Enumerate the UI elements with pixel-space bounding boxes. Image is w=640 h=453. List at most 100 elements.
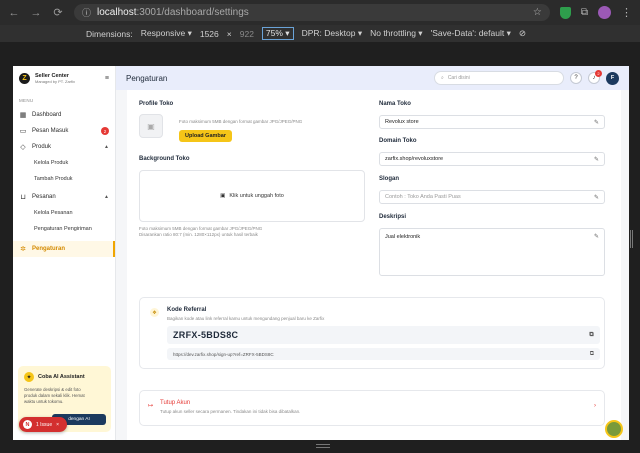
profile-avatar-icon[interactable] [598, 6, 611, 19]
issue-label: 1 Issue [36, 421, 53, 428]
brand-logo-icon: Z [19, 72, 30, 84]
reload-icon[interactable]: ⟳ [52, 6, 64, 19]
sidebar-item-pengaturan-pengiriman[interactable]: Pengaturan Pengiriman [13, 221, 115, 237]
bookmark-star-icon[interactable]: ☆ [533, 7, 542, 18]
edit-icon[interactable]: ✎ [594, 194, 599, 201]
dev-issue-badge[interactable]: N 1 Issue × [19, 417, 67, 432]
cart-icon: ⊔ [20, 194, 26, 201]
throttling-select[interactable]: No throttling ▾ [370, 28, 422, 39]
background-upload-dropzone[interactable]: ▣ Klik untuk unggah foto [139, 170, 365, 222]
back-icon[interactable]: ← [8, 7, 20, 19]
device-toolbar: Dimensions: Responsive ▾ 1526 × 922 75% … [0, 25, 640, 42]
height-input[interactable]: 922 [240, 29, 254, 39]
url-host: localhost [97, 7, 137, 18]
referral-link-box: https://dev.zarfix.shop/sign-up?ref=ZRFX… [167, 348, 600, 360]
slogan-label: Slogan [379, 176, 400, 182]
user-avatar[interactable]: F [606, 71, 619, 85]
gift-icon: ❖ [150, 308, 159, 317]
topbar: Pengaturan ⌕ Cari disini ? ♪ 2 F [116, 66, 629, 90]
ai-card-title: Coba AI Assistant [38, 374, 85, 380]
copy-icon[interactable]: ⧉ [589, 332, 594, 339]
edit-icon[interactable]: ✎ [594, 233, 599, 240]
description-label: Deskripsi [379, 214, 407, 220]
domain-label: Domain Toko [379, 138, 417, 144]
store-name-field[interactable]: Revolux store ✎ [379, 115, 605, 129]
slogan-field[interactable]: Contoh : Toko Anda Pasti Puas ✎ [379, 190, 605, 204]
brand-subtitle: Managed by PT. Zarfix [35, 78, 76, 84]
menu-heading: MENU [19, 98, 34, 103]
help-icon[interactable]: ? [570, 72, 582, 84]
page-title: Pengaturan [126, 73, 168, 83]
times-sign: × [226, 28, 232, 39]
sidebar-item-kelola-produk[interactable]: Kelola Produk [13, 155, 115, 171]
profile-hint: Foto maksimum 5MB dengan format gambar J… [179, 119, 303, 124]
unread-badge: 2 [101, 127, 109, 135]
app-viewport: Z Seller Center Managed by PT. Zarfix ≡ … [13, 66, 629, 440]
chevron-up-icon: ▲ [104, 194, 109, 200]
search-placeholder: Cari disini [447, 75, 470, 81]
sidebar-item-kelola-pesanan[interactable]: Kelola Pesanan [13, 205, 115, 221]
nextjs-logo-icon: N [23, 420, 32, 429]
logout-icon: ↦ [148, 403, 154, 409]
close-icon[interactable]: × [56, 422, 59, 428]
sidebar-collapse-icon[interactable]: ≡ [105, 75, 109, 82]
chevron-up-icon: ▲ [104, 144, 109, 150]
sidebar-item-tambah-produk[interactable]: Tambah Produk [13, 171, 115, 187]
site-info-icon[interactable]: ⓘ [82, 6, 91, 19]
profile-image-placeholder: ▣ [139, 114, 163, 138]
image-icon: ▣ [220, 193, 226, 199]
notification-bell-icon[interactable]: ♪ 2 [588, 70, 602, 84]
upload-image-button[interactable]: Upload Gambar [179, 130, 232, 142]
brand: Z Seller Center Managed by PT. Zarfix ≡ [13, 66, 115, 90]
sparkle-icon: ✦ [24, 372, 34, 382]
close-account-title: Tutup Akun [160, 400, 191, 406]
referral-card: ❖ Kode Referral Bagikan kode atau link r… [139, 297, 605, 369]
domain-field[interactable]: zarfix.shop/revoluxstore ✎ [379, 152, 605, 166]
message-icon: ▭ [19, 128, 27, 135]
url-path: :3001/dashboard/settings [136, 7, 249, 18]
copy-icon[interactable]: ⧉ [590, 351, 594, 358]
dashboard-icon: ▦ [19, 112, 27, 119]
notification-badge: 2 [595, 70, 602, 77]
sidebar-item-pengaturan[interactable]: ✲ Pengaturan [13, 241, 115, 257]
address-bar[interactable]: ⓘ localhost:3001/dashboard/settings ☆ [74, 4, 550, 21]
edit-icon[interactable]: ✎ [594, 119, 599, 126]
sidebar: Z Seller Center Managed by PT. Zarfix ≡ … [13, 66, 116, 440]
ai-card-text: Generate deskripsi & edit foto produk da… [24, 387, 85, 404]
close-account-subtitle: Tutup akun seller secara permanen. Tinda… [160, 409, 301, 414]
referral-link: https://dev.zarfix.shop/sign-up?ref=ZRFX… [173, 351, 274, 357]
extension-shield-icon[interactable] [559, 6, 571, 19]
edit-icon[interactable]: ✎ [594, 156, 599, 163]
chevron-right-icon: › [594, 403, 596, 409]
search-icon: ⌕ [441, 75, 444, 81]
gear-icon: ✲ [20, 246, 26, 253]
width-input[interactable]: 1526 [200, 29, 219, 39]
dpr-select[interactable]: DPR: Desktop ▾ [302, 28, 363, 39]
extensions-icon[interactable]: ⧉ [581, 7, 588, 18]
sidebar-item-pesan-masuk[interactable]: ▭ Pesan Masuk 2 [13, 123, 115, 139]
resize-handle-right[interactable] [630, 230, 633, 248]
description-textarea[interactable]: Jual elektronik ✎ [379, 228, 605, 276]
close-account-card[interactable]: ↦ Tutup Akun Tutup akun seller secara pe… [139, 390, 605, 426]
settings-content: Profile Toko ▣ Foto maksimum 5MB dengan … [127, 90, 621, 440]
zoom-select[interactable]: 75% ▾ [261, 27, 294, 40]
browser-menu-icon[interactable]: ⋮ [621, 6, 632, 19]
browser-toolbar: ← → ⟳ ⓘ localhost:3001/dashboard/setting… [0, 0, 640, 25]
save-data-select[interactable]: 'Save-Data': default ▾ [431, 28, 511, 39]
sidebar-item-dashboard[interactable]: ▦ Dashboard [13, 107, 115, 123]
floating-assistant-avatar[interactable] [605, 420, 623, 438]
search-input[interactable]: ⌕ Cari disini [434, 71, 564, 85]
forward-icon[interactable]: → [30, 7, 42, 19]
sidebar-item-pesanan[interactable]: ⊔ Pesanan ▲ [13, 189, 115, 205]
profile-label: Profile Toko [139, 101, 174, 107]
dimensions-select[interactable]: Responsive ▾ [141, 28, 192, 39]
image-icon: ▣ [147, 121, 155, 131]
sidebar-item-produk[interactable]: ◇ Produk ▲ [13, 139, 115, 155]
referral-code-box: ZRFX-5BDS8C ⧉ [167, 326, 600, 344]
referral-title: Kode Referral [167, 307, 207, 313]
store-name-label: Nama Toko [379, 101, 411, 107]
background-hint-ratio: Disarankan ratio 80:7 (min. 1280×112px) … [139, 232, 258, 237]
background-label: Background Toko [139, 156, 190, 162]
rotate-icon[interactable]: ⊘ [519, 28, 526, 39]
resize-handle-bottom[interactable] [316, 444, 330, 448]
